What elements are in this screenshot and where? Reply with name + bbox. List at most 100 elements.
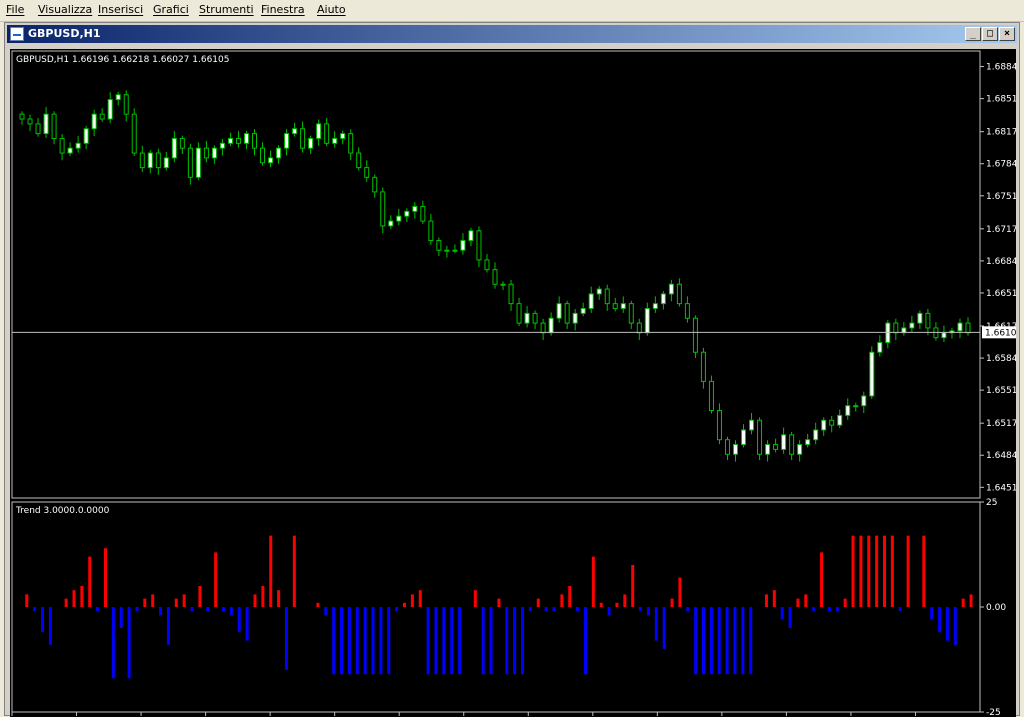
candle-body bbox=[292, 128, 298, 135]
candle-body bbox=[284, 133, 290, 149]
indicator-axis-label: 0.00 bbox=[986, 603, 1006, 613]
candle-body bbox=[179, 137, 185, 149]
candle-body bbox=[75, 142, 81, 149]
restore-button[interactable]: □ bbox=[982, 27, 998, 41]
price-chart-svg[interactable]: 1.68840 1.68510 1.68170 1.67840 1.67510 1.671… bbox=[10, 49, 1016, 717]
menu-bar: File Visualizza Inserisci Grafici Strume… bbox=[0, 0, 1024, 22]
candle-body bbox=[532, 312, 538, 324]
candle-body bbox=[187, 147, 193, 178]
price-axis-label: 1.67840 bbox=[986, 160, 1016, 170]
candle-body bbox=[580, 308, 586, 314]
candle-body bbox=[668, 283, 674, 295]
candle-body bbox=[741, 429, 747, 446]
candle-body bbox=[420, 205, 426, 222]
candle-body bbox=[596, 288, 602, 295]
menu-visualizza[interactable]: Visualizza bbox=[38, 3, 92, 16]
candle-body bbox=[813, 429, 819, 441]
candle-body bbox=[364, 167, 370, 178]
candle-body bbox=[837, 414, 843, 426]
price-axis-label: 1.67170 bbox=[986, 225, 1016, 235]
candle-body bbox=[147, 152, 153, 169]
candle-body bbox=[636, 322, 642, 334]
price-axis-label: 1.68840 bbox=[986, 63, 1016, 73]
candle-body bbox=[428, 220, 434, 241]
minimize-button[interactable]: _ bbox=[965, 27, 981, 41]
candle-body bbox=[412, 205, 418, 212]
candle-body bbox=[123, 94, 129, 115]
candle-body bbox=[965, 322, 971, 334]
menu-aiuto[interactable]: Aiuto bbox=[317, 3, 346, 16]
candle-body bbox=[219, 142, 225, 149]
menu-strumenti[interactable]: Strumenti bbox=[199, 3, 254, 16]
menu-grafici[interactable]: Grafici bbox=[153, 3, 189, 16]
candle-body bbox=[380, 191, 386, 227]
candle-body bbox=[276, 147, 282, 159]
candle-body bbox=[821, 419, 827, 431]
candle-body bbox=[781, 434, 787, 450]
candle-body bbox=[877, 342, 883, 353]
candle-body bbox=[115, 94, 121, 101]
candle-body bbox=[652, 303, 658, 310]
price-axis-label: 1.65510 bbox=[986, 386, 1016, 396]
candle-body bbox=[203, 147, 209, 159]
candle-body bbox=[524, 312, 530, 324]
candle-body bbox=[572, 312, 578, 324]
candle-body bbox=[917, 312, 923, 324]
candle-body bbox=[211, 147, 217, 159]
candle-body bbox=[308, 137, 314, 149]
price-axis-label: 1.64840 bbox=[986, 451, 1016, 461]
candle-body bbox=[19, 113, 25, 120]
candle-body bbox=[853, 405, 859, 408]
candle-body bbox=[660, 293, 666, 305]
candle-body bbox=[765, 444, 771, 455]
candle-body bbox=[508, 283, 514, 305]
price-axis-label: 1.65840 bbox=[986, 354, 1016, 364]
menu-inserisci[interactable]: Inserisci bbox=[98, 3, 143, 16]
candle-body bbox=[300, 128, 306, 149]
candle-body bbox=[893, 322, 899, 334]
candle-body bbox=[476, 230, 482, 261]
price-axis-label: 1.64510 bbox=[986, 483, 1016, 493]
candle-body bbox=[604, 288, 610, 305]
price-axis-label: 1.66510 bbox=[986, 289, 1016, 299]
price-axis-label: 1.65170 bbox=[986, 419, 1016, 429]
candle-body bbox=[332, 137, 338, 144]
candle-body bbox=[708, 380, 714, 412]
price-axis-label: 1.68170 bbox=[986, 128, 1016, 138]
candle-body bbox=[155, 152, 161, 169]
candle-body bbox=[51, 113, 57, 139]
candle-body bbox=[356, 152, 362, 169]
price-axis-label: 1.66840 bbox=[986, 257, 1016, 267]
candle-body bbox=[139, 152, 145, 169]
candle-body bbox=[540, 322, 546, 334]
chart-area[interactable]: 1.68840 1.68510 1.68170 1.67840 1.67510 1.671… bbox=[10, 49, 1016, 717]
candle-body bbox=[484, 259, 490, 271]
candle-body bbox=[235, 137, 241, 144]
candle-body bbox=[268, 157, 274, 164]
candle-body bbox=[869, 351, 875, 397]
menu-finestra[interactable]: Finestra bbox=[261, 3, 305, 16]
candle-body bbox=[500, 283, 506, 286]
price-axis-label: 1.67510 bbox=[986, 192, 1016, 202]
candle-body bbox=[733, 444, 739, 455]
candle-body bbox=[757, 419, 763, 455]
candle-body bbox=[588, 293, 594, 310]
candle-body bbox=[700, 351, 706, 382]
price-chart-header: GBPUSD,H1 1.66196 1.66218 1.66027 1.6610… bbox=[16, 55, 229, 65]
candle-body bbox=[460, 239, 466, 251]
candle-body bbox=[492, 269, 498, 285]
candle-body bbox=[243, 133, 249, 144]
window-title: GBPUSD,H1 bbox=[28, 27, 101, 40]
menu-file[interactable]: File bbox=[6, 3, 24, 16]
candle-body bbox=[43, 113, 49, 135]
candle-body bbox=[749, 419, 755, 431]
candle-body bbox=[845, 405, 851, 416]
candle-body bbox=[27, 118, 33, 125]
window-titlebar[interactable]: GBPUSD,H1 _ □ × bbox=[7, 25, 1017, 43]
candle-body bbox=[396, 215, 402, 222]
candle-body bbox=[163, 157, 169, 169]
candle-body bbox=[468, 230, 474, 241]
price-axis-label: 1.68510 bbox=[986, 95, 1016, 105]
candle-body bbox=[83, 128, 89, 144]
close-button[interactable]: × bbox=[999, 27, 1015, 41]
